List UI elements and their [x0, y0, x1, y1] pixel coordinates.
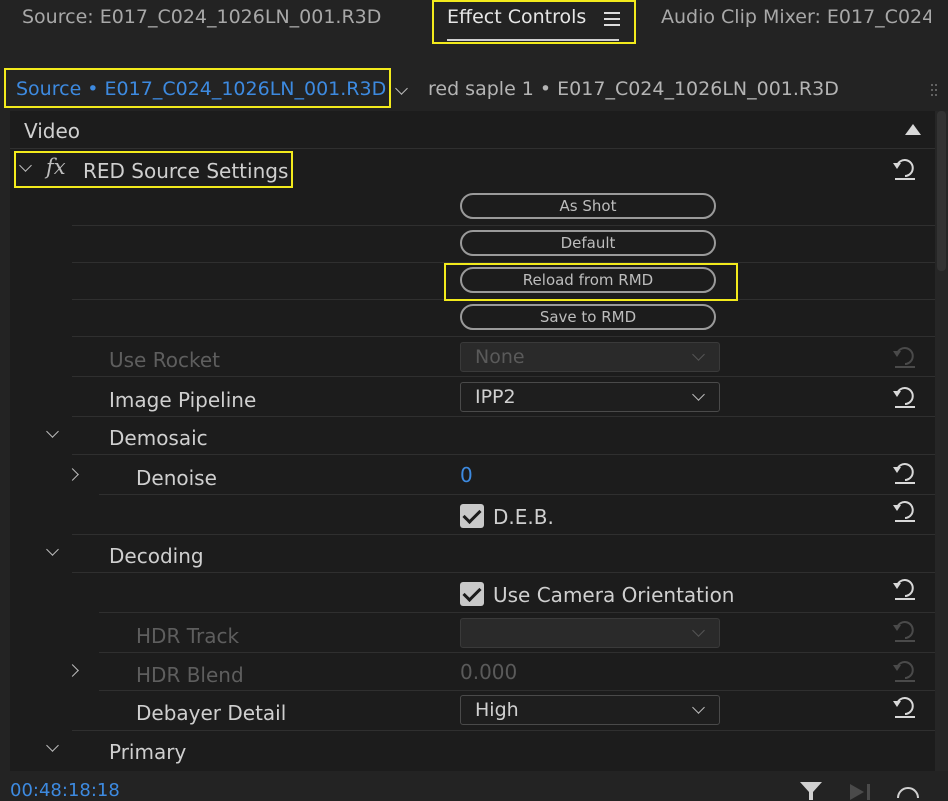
as-shot-row: As Shot — [10, 189, 935, 226]
deb-row: D.E.B. — [10, 495, 935, 535]
denoise-value[interactable]: 0 — [460, 463, 473, 487]
use-rocket-row: Use Rocket None — [10, 337, 935, 377]
drag-grip-icon[interactable] — [930, 82, 938, 96]
image-pipeline-row: Image Pipeline IPP2 — [10, 377, 935, 417]
chevron-down-icon[interactable] — [46, 425, 59, 438]
source-clip-selector[interactable]: Source • E017_C024_1026LN_001.R3D — [16, 78, 386, 100]
collapse-triangle-icon[interactable] — [905, 124, 921, 136]
reload-row: Reload from RMD — [10, 263, 935, 300]
panel-menu-icon[interactable] — [604, 12, 620, 30]
toggle-audio-icon[interactable] — [895, 780, 921, 800]
hdr-blend-value: 0.000 — [460, 660, 518, 684]
sequence-clip-tab[interactable]: red saple 1 • E017_C024_1026LN_001.R3D — [428, 78, 839, 100]
tab-effect-controls[interactable]: Effect Controls — [447, 6, 586, 28]
use-rocket-value: None — [475, 346, 525, 368]
demosaic-row[interactable]: Demosaic — [10, 417, 935, 455]
chevron-down-icon — [692, 624, 705, 637]
demosaic-label: Demosaic — [109, 426, 208, 450]
active-tab-underline — [447, 39, 619, 41]
chevron-right-icon — [66, 664, 79, 677]
source-selector-bar: Source • E017_C024_1026LN_001.R3D red sa… — [0, 70, 948, 110]
decoding-label: Decoding — [109, 544, 204, 568]
hdr-track-dropdown — [460, 618, 720, 648]
debayer-detail-value: High — [475, 699, 519, 721]
reset-icon[interactable] — [892, 459, 918, 485]
vertical-scrollbar[interactable] — [935, 111, 948, 771]
tab-source-monitor[interactable]: Source: E017_C024_1026LN_001.R3D — [22, 6, 381, 28]
save-to-rmd-button[interactable]: Save to RMD — [460, 304, 716, 330]
reset-icon[interactable] — [892, 155, 918, 181]
use-rocket-label: Use Rocket — [109, 348, 220, 372]
chevron-right-icon[interactable] — [66, 468, 79, 481]
hdr-blend-row: HDR Blend 0.000 — [10, 653, 935, 691]
save-row: Save to RMD — [10, 300, 935, 337]
video-header-row: Video — [10, 111, 935, 149]
scrollbar-thumb[interactable] — [937, 111, 946, 271]
image-pipeline-dropdown[interactable]: IPP2 — [460, 382, 720, 412]
video-label: Video — [24, 119, 81, 143]
debayer-detail-label: Debayer Detail — [136, 701, 287, 725]
reset-icon — [893, 347, 915, 368]
reset-icon[interactable] — [892, 497, 918, 523]
default-button[interactable]: Default — [460, 230, 716, 256]
chevron-down-icon[interactable] — [46, 543, 59, 556]
denoise-label: Denoise — [136, 466, 217, 490]
denoise-row: Denoise 0 — [10, 455, 935, 495]
image-pipeline-value: IPP2 — [475, 386, 516, 408]
decoding-row[interactable]: Decoding — [10, 535, 935, 573]
bottom-bar: 00:48:18:18 — [0, 772, 948, 801]
reload-from-rmd-button[interactable]: Reload from RMD — [460, 267, 716, 293]
effect-title: RED Source Settings — [83, 159, 289, 183]
filter-icon[interactable] — [800, 782, 822, 800]
reset-icon[interactable] — [892, 693, 918, 719]
primary-label: Primary — [109, 740, 187, 764]
default-row: Default — [10, 226, 935, 263]
red-source-settings-row[interactable]: fx RED Source Settings — [10, 149, 935, 189]
reset-icon — [893, 661, 915, 682]
reset-icon — [893, 621, 915, 642]
image-pipeline-label: Image Pipeline — [109, 388, 257, 412]
primary-row[interactable]: Primary — [10, 731, 935, 769]
reset-icon[interactable] — [892, 383, 918, 409]
chevron-down-icon[interactable] — [19, 159, 32, 172]
debayer-detail-dropdown[interactable]: High — [460, 695, 720, 725]
chevron-down-icon[interactable] — [395, 82, 408, 95]
fx-icon[interactable]: fx — [46, 155, 66, 179]
hdr-track-label: HDR Track — [136, 624, 240, 648]
deb-label: D.E.B. — [493, 505, 554, 529]
deb-checkbox[interactable] — [460, 504, 484, 528]
hdr-track-row: HDR Track — [10, 613, 935, 653]
debayer-detail-row: Debayer Detail High — [10, 691, 935, 731]
use-camera-orientation-label: Use Camera Orientation — [493, 583, 735, 607]
chevron-down-icon[interactable] — [692, 701, 705, 714]
tab-audio-clip-mixer[interactable]: Audio Clip Mixer: E017_C024 — [661, 6, 931, 28]
chevron-down-icon[interactable] — [46, 739, 59, 752]
use-camera-orientation-checkbox[interactable] — [460, 582, 484, 606]
use-rocket-dropdown: None — [460, 342, 720, 372]
as-shot-button[interactable]: As Shot — [460, 193, 716, 219]
timecode-display[interactable]: 00:48:18:18 — [10, 780, 120, 801]
reset-icon[interactable] — [892, 575, 918, 601]
hdr-blend-label: HDR Blend — [136, 663, 244, 687]
play-only-icon[interactable] — [848, 782, 878, 800]
chevron-down-icon — [692, 348, 705, 361]
use-camera-orientation-row: Use Camera Orientation — [10, 573, 935, 613]
chevron-down-icon[interactable] — [692, 388, 705, 401]
panel-tab-bar: Source: E017_C024_1026LN_001.R3D Effect … — [0, 0, 948, 60]
effect-controls-content: Video fx RED Source Settings As Shot Def… — [10, 111, 935, 771]
